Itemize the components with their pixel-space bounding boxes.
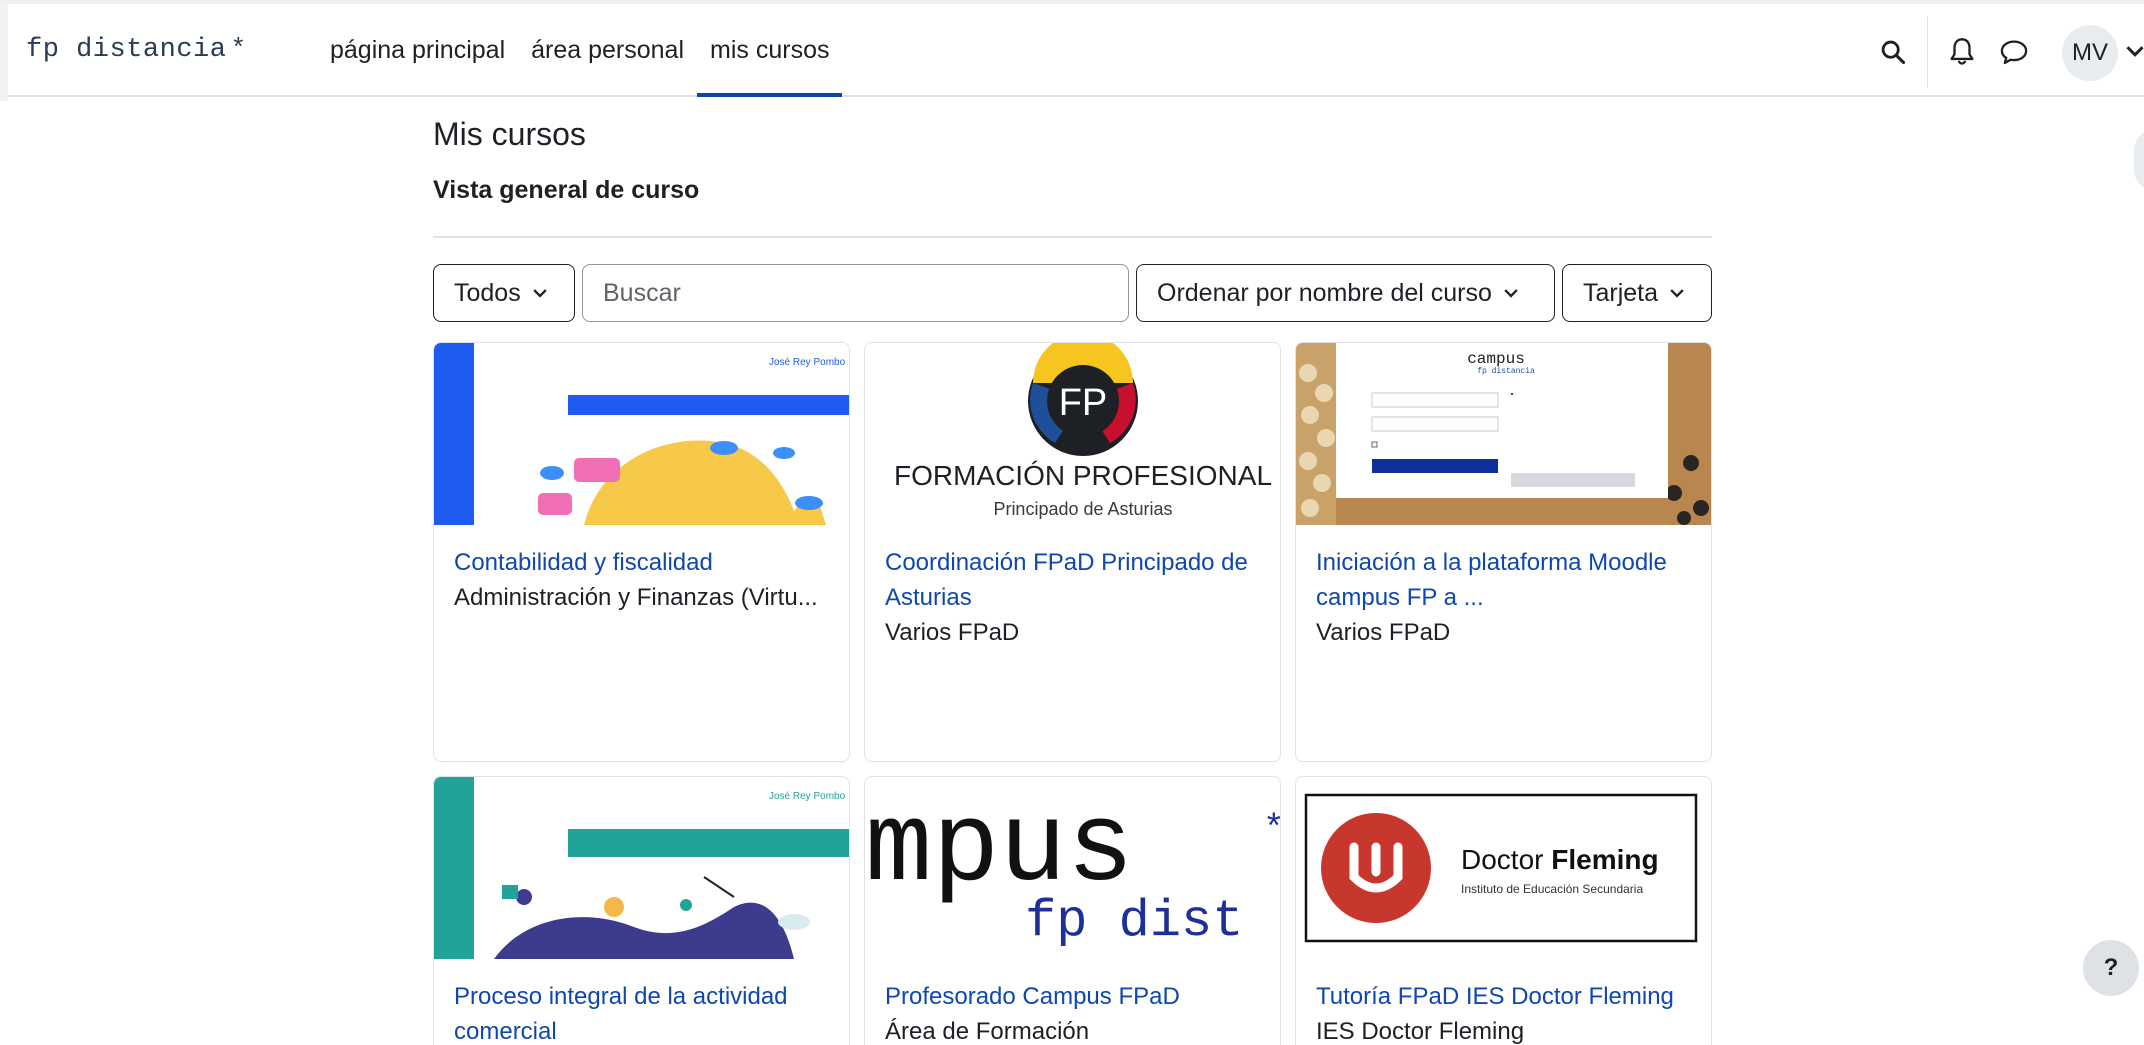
course-image[interactable]: José Rey Pombo	[434, 777, 849, 959]
course-name-link[interactable]: Iniciación a la plataforma Moodle campus…	[1316, 545, 1691, 615]
top-navbar: fp distancia * página principal área pers…	[0, 0, 2144, 101]
course-image-subtitle: Principado de Asturias	[993, 499, 1172, 519]
drawer-toggle-button[interactable]	[2134, 130, 2144, 190]
course-category: Varios FPaD	[885, 619, 1020, 646]
course-image-title: FORMACIÓN PROFESIONAL	[894, 460, 1272, 491]
course-image-subtitle: Instituto de Educación Secundaria	[1461, 882, 1643, 896]
view-dropdown-label: Tarjeta	[1583, 278, 1659, 307]
view-dropdown[interactable]: Tarjeta	[1562, 264, 1712, 322]
course-image[interactable]: Doctor Fleming Instituto de Educación Se…	[1296, 777, 1711, 959]
course-image[interactable]: campus fp distancia	[1296, 343, 1711, 525]
fp-logo-text: FP	[1059, 382, 1108, 424]
course-search-input[interactable]: Buscar	[582, 264, 1129, 322]
course-card[interactable]: campus fp distancia Iniciación a la plat…	[1295, 342, 1712, 762]
site-logo-star: *	[230, 34, 247, 64]
course-image-title-bold: Fleming	[1551, 844, 1658, 875]
course-name-link[interactable]: Coordinación FPaD Principado de Asturias	[885, 545, 1260, 615]
search-icon	[1881, 40, 1906, 65]
course-name-link[interactable]: Tutoría FPaD IES Doctor Fleming	[1316, 979, 1691, 1014]
course-image-title: campus	[1467, 350, 1525, 368]
chevron-down-icon	[1504, 288, 1518, 298]
course-image[interactable]: José Rey Pombo	[434, 343, 849, 525]
svg-text:Doctor Fleming: Doctor Fleming	[1461, 844, 1659, 875]
section-divider	[433, 236, 1712, 238]
window-edge	[0, 4, 8, 101]
course-overview-heading: Vista general de curso	[433, 176, 700, 204]
nav-link-dashboard[interactable]: área personal	[518, 4, 697, 97]
course-image-subtitle: fp distancia	[1477, 367, 1535, 376]
sort-dropdown[interactable]: Ordenar por nombre del curso	[1136, 264, 1555, 322]
help-button[interactable]: ?	[2083, 940, 2139, 996]
course-image-author: José Rey Pombo	[769, 791, 846, 802]
course-image-author: José Rey Pombo	[769, 357, 846, 368]
notifications-button[interactable]	[1942, 32, 1982, 72]
page-title: Mis cursos	[433, 116, 586, 152]
nav-link-my-courses[interactable]: mis cursos	[697, 4, 843, 97]
user-initials: MV	[2072, 39, 2108, 66]
course-name-link[interactable]: Contabilidad y fiscalidad	[454, 545, 829, 580]
svg-text:*: *	[1263, 809, 1280, 850]
course-card[interactable]: José Rey Pombo Proceso integral de la ac…	[433, 776, 850, 1045]
course-image-subtitle: fp dist	[1025, 892, 1243, 951]
chat-bubble-icon	[2000, 40, 2028, 65]
course-name-link[interactable]: Proceso integral de la actividad comerci…	[454, 979, 829, 1045]
course-image[interactable]: FP FORMACIÓN PROFESIONAL Principado de A…	[865, 343, 1280, 525]
chevron-down-icon	[1670, 288, 1684, 298]
course-card[interactable]: Doctor Fleming Instituto de Educación Se…	[1295, 776, 1712, 1045]
site-logo[interactable]: fp distancia *	[26, 34, 247, 65]
bell-icon	[1950, 38, 1974, 65]
grouping-dropdown-label: Todos	[454, 278, 521, 307]
course-image-title: Doctor	[1461, 844, 1543, 875]
messages-button[interactable]	[1994, 32, 2034, 72]
site-logo-text: fp distancia	[26, 35, 227, 65]
course-card[interactable]: mpus fp dist * Profesorado Campus FPaD Á…	[864, 776, 1281, 1045]
course-image[interactable]: mpus fp dist *	[865, 777, 1280, 959]
chevron-down-icon	[533, 288, 547, 298]
course-name-link[interactable]: Profesorado Campus FPaD	[885, 979, 1260, 1014]
course-category: Administración y Finanzas (Virtu...	[454, 584, 818, 611]
navbar-divider	[1927, 16, 1928, 88]
course-category: IES Doctor Fleming	[1316, 1018, 1525, 1045]
search-button[interactable]	[1873, 32, 1913, 72]
primary-navigation: página principal área personal mis curso…	[317, 4, 843, 97]
course-category: Área de Formación	[885, 1018, 1090, 1045]
course-card[interactable]: FP FORMACIÓN PROFESIONAL Principado de A…	[864, 342, 1281, 762]
nav-link-home[interactable]: página principal	[317, 4, 518, 97]
help-icon: ?	[2103, 954, 2119, 981]
course-category: Varios FPaD	[1316, 619, 1451, 646]
course-search-placeholder: Buscar	[603, 278, 681, 307]
grouping-dropdown[interactable]: Todos	[433, 264, 575, 322]
user-menu-chevron-down-icon[interactable]	[2126, 44, 2144, 63]
sort-dropdown-label: Ordenar por nombre del curso	[1157, 278, 1492, 307]
course-card[interactable]: José Rey Pombo Contabilidad y fiscalidad…	[433, 342, 850, 762]
user-avatar[interactable]: MV	[2062, 25, 2118, 81]
